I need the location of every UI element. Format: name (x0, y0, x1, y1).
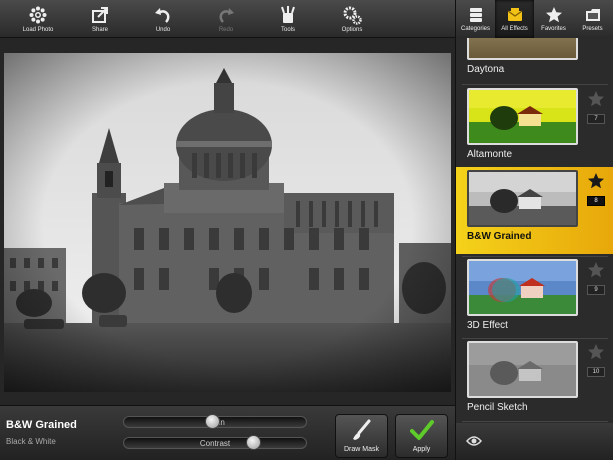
grain-slider[interactable]: Grain (123, 414, 307, 429)
options-label: Options (341, 27, 363, 33)
share-button[interactable]: Share (72, 0, 128, 38)
star-icon (545, 7, 562, 23)
redo-button[interactable]: Redo (198, 0, 254, 38)
tab-all-effects-label: All Effects (501, 26, 528, 32)
contrast-slider[interactable]: Contrast (123, 435, 307, 450)
categories-icon (469, 8, 482, 22)
apply-button[interactable]: Apply (395, 414, 448, 458)
edited-photo[interactable] (4, 53, 451, 392)
library-tabs: Categories All Effects Favorites Presets (455, 0, 613, 38)
library-footer (455, 423, 613, 460)
gear-flower-icon (29, 6, 47, 24)
redo-icon (219, 8, 234, 23)
draw-mask-label: Draw Mask (343, 446, 379, 453)
contrast-slider-label: Contrast (199, 439, 231, 448)
favorite-star-icon[interactable] (587, 343, 605, 361)
list-divider (462, 421, 608, 422)
effect-thumbnail (467, 259, 578, 316)
load-photo-label: Load Photo (22, 27, 54, 33)
presets-icon (585, 9, 600, 21)
tab-categories-label: Categories (460, 26, 490, 32)
eye-icon[interactable] (466, 435, 482, 447)
options-button[interactable]: Options (324, 0, 380, 38)
tab-presets-label: Presets (582, 26, 603, 32)
checkmark-icon (409, 420, 434, 440)
all-effects-icon (507, 8, 522, 21)
effect-thumbnail (467, 88, 578, 145)
share-icon (92, 7, 108, 23)
brush-icon (352, 419, 370, 440)
effect-item-bw-grained[interactable]: B&W Grained 8 (456, 167, 613, 254)
effects-list[interactable]: Daytona Altamonte 7 B&W Grained 8 3D Eff… (455, 38, 613, 423)
undo-button[interactable]: Undo (135, 0, 191, 38)
effect-number-badge: 9 (587, 285, 605, 295)
effect-item-3d-effect[interactable]: 3D Effect 9 (456, 256, 613, 343)
load-photo-button[interactable]: Load Photo (10, 0, 66, 38)
undo-icon (155, 8, 170, 23)
effect-item-daytona[interactable]: Daytona (456, 38, 613, 87)
undo-label: Undo (155, 27, 171, 33)
top-toolbar: Load Photo Share Undo Redo Tools Options (0, 0, 455, 38)
bottom-control-bar: B&W Grained Black & White Grain Contrast… (0, 405, 455, 460)
redo-label: Redo (218, 27, 234, 33)
favorite-star-icon[interactable] (587, 172, 605, 190)
effect-number-badge: 7 (587, 114, 605, 124)
favorite-star-icon[interactable] (587, 261, 605, 279)
options-icon (343, 6, 362, 25)
current-effect-title: B&W Grained (6, 419, 77, 431)
share-label: Share (91, 27, 108, 33)
app-window: Load Photo Share Undo Redo Tools Options (0, 0, 613, 460)
favorite-star-icon[interactable] (587, 90, 605, 108)
tab-presets[interactable]: Presets (573, 0, 612, 38)
draw-mask-button[interactable]: Draw Mask (335, 414, 388, 458)
current-effect-category: Black & White (6, 437, 56, 446)
effect-thumbnail (467, 38, 578, 60)
effect-thumbnail (467, 170, 578, 227)
tools-label: Tools (280, 27, 295, 33)
effect-number-badge: 8 (587, 196, 605, 206)
tools-icon (281, 6, 295, 23)
effect-name: 3D Effect (467, 320, 508, 331)
effect-name: Altamonte (467, 149, 513, 160)
tab-categories[interactable]: Categories (456, 0, 495, 38)
effect-item-pencil-sketch[interactable]: Pencil Sketch 10 (456, 338, 613, 423)
tab-favorites[interactable]: Favorites (534, 0, 573, 38)
tab-favorites-label: Favorites (541, 26, 566, 32)
effect-name: Pencil Sketch (467, 402, 528, 413)
apply-label: Apply (412, 446, 431, 453)
effect-item-altamonte[interactable]: Altamonte 7 (456, 85, 613, 172)
effect-thumbnail (467, 341, 578, 398)
effect-name: B&W Grained (467, 231, 532, 242)
effect-name: Daytona (467, 64, 505, 75)
effect-number-badge: 10 (587, 367, 605, 377)
tab-all-effects[interactable]: All Effects (495, 0, 534, 38)
tools-button[interactable]: Tools (260, 0, 316, 38)
contrast-slider-knob[interactable] (245, 435, 261, 450)
